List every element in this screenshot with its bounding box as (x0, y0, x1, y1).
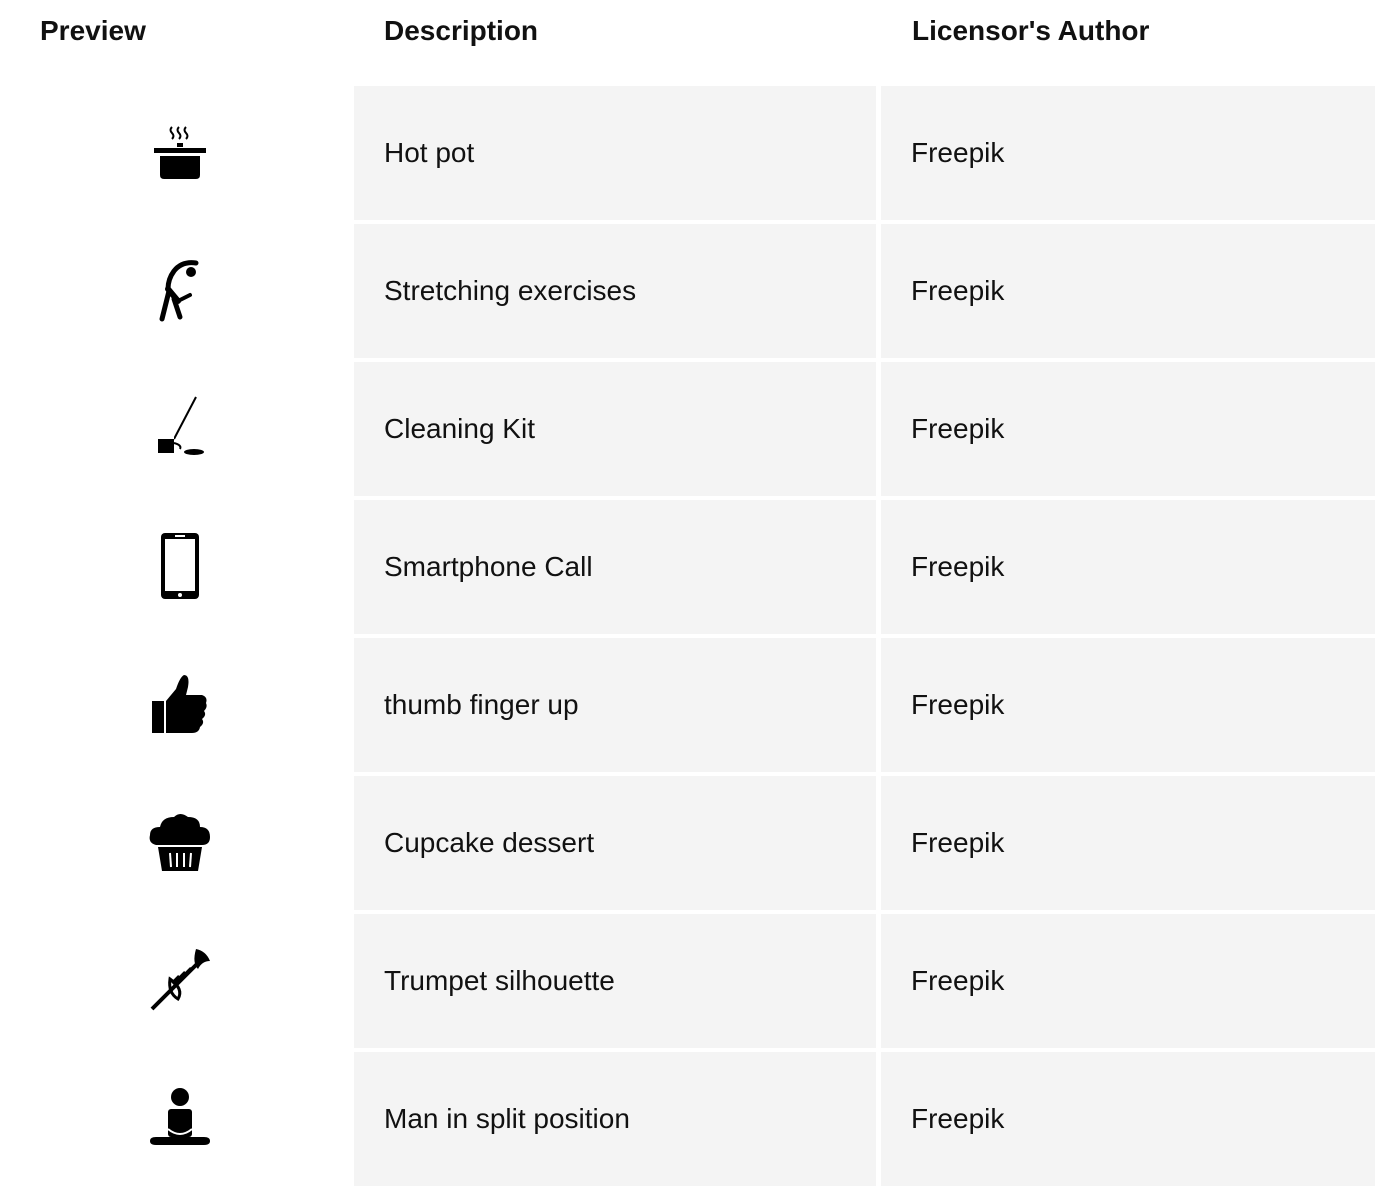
author-text: Freepik (911, 965, 1005, 996)
header-preview: Preview (40, 15, 146, 46)
table-row: Stretching exercises Freepik (0, 224, 1375, 358)
description-text: Cupcake dessert (384, 827, 595, 858)
header-description: Description (384, 15, 539, 46)
smartphone-icon (161, 533, 199, 599)
header-author: Licensor's Author (912, 15, 1150, 46)
author-text: Freepik (911, 827, 1005, 858)
stretching-exercise-icon (159, 260, 199, 322)
table-row: Smartphone Call Freepik (0, 500, 1375, 634)
preview-cell (110, 638, 250, 772)
author-cell: Freepik (881, 638, 1375, 772)
author-cell: Freepik (881, 1052, 1375, 1186)
preview-cell (110, 224, 250, 358)
description-cell: Man in split position (354, 1052, 876, 1186)
author-text: Freepik (911, 275, 1005, 306)
description-cell: Cleaning Kit (354, 362, 876, 496)
author-cell: Freepik (881, 224, 1375, 358)
description-text: Hot pot (384, 137, 475, 168)
preview-cell (110, 362, 250, 496)
description-text: Smartphone Call (384, 551, 593, 582)
preview-cell (110, 776, 250, 910)
description-cell: Smartphone Call (354, 500, 876, 634)
description-text: Cleaning Kit (384, 413, 535, 444)
author-cell: Freepik (881, 362, 1375, 496)
author-text: Freepik (911, 689, 1005, 720)
description-text: Trumpet silhouette (384, 965, 615, 996)
table-row: Hot pot Freepik (0, 86, 1375, 220)
description-cell: Cupcake dessert (354, 776, 876, 910)
preview-cell (110, 86, 250, 220)
author-text: Freepik (911, 551, 1005, 582)
trumpet-icon (150, 949, 210, 1011)
table-row: Man in split position Freepik (0, 1052, 1375, 1186)
author-cell: Freepik (881, 776, 1375, 910)
icon-attribution-table: Preview Description Licensor's Author Ho… (0, 0, 1375, 1186)
author-cell: Freepik (881, 86, 1375, 220)
table-row: Trumpet silhouette Freepik (0, 914, 1375, 1048)
author-cell: Freepik (881, 500, 1375, 634)
description-text: Stretching exercises (384, 275, 637, 306)
table-row: thumb finger up Freepik (0, 638, 1375, 772)
author-text: Freepik (911, 137, 1005, 168)
author-cell: Freepik (881, 914, 1375, 1048)
preview-cell (110, 500, 250, 634)
description-text: Man in split position (384, 1103, 630, 1134)
description-cell: Stretching exercises (354, 224, 876, 358)
author-text: Freepik (911, 1103, 1005, 1134)
description-cell: Hot pot (354, 86, 876, 220)
man-split-position-icon (150, 1088, 210, 1145)
description-text: thumb finger up (384, 689, 579, 720)
description-cell: Trumpet silhouette (354, 914, 876, 1048)
preview-cell (110, 914, 250, 1048)
hot-pot-icon (154, 126, 206, 179)
preview-cell (110, 1052, 250, 1186)
table-row: Cleaning Kit Freepik (0, 362, 1375, 496)
description-cell: thumb finger up (354, 638, 876, 772)
thumb-up-icon (152, 675, 207, 733)
cupcake-icon (149, 814, 210, 871)
cleaning-kit-icon (158, 396, 204, 455)
author-text: Freepik (911, 413, 1005, 444)
table-row: Cupcake dessert Freepik (0, 776, 1375, 910)
